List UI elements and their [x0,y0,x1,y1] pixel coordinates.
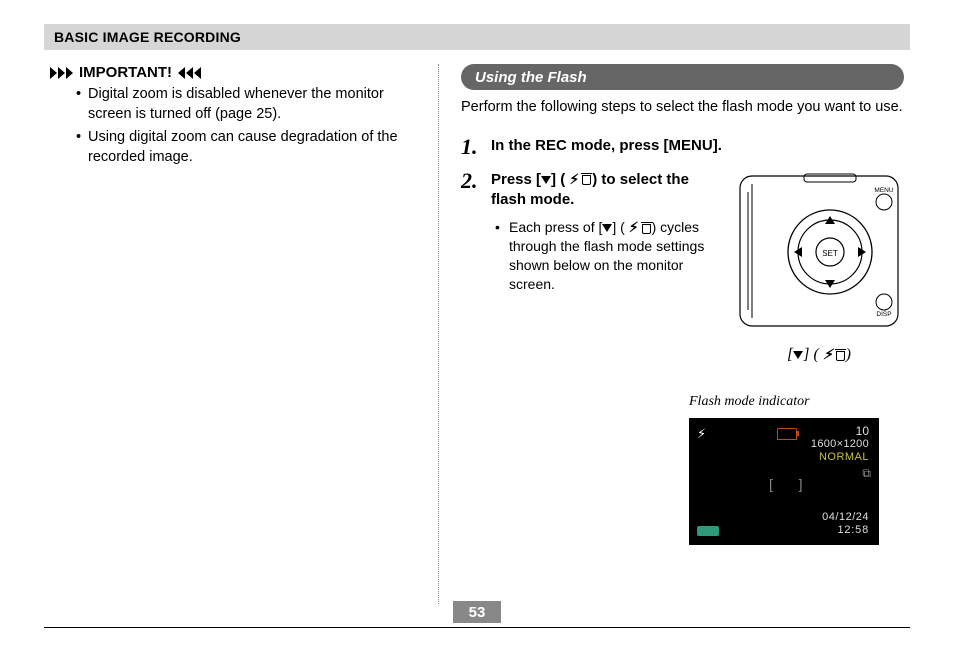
status-bar-icon [697,526,719,536]
battery-icon [777,428,797,440]
step-number: 1. [461,136,483,158]
important-label: IMPORTANT! [79,64,172,81]
focus-brackets-icon: [ ] [769,476,809,492]
shots-remaining: 10 [856,424,869,438]
resolution-value: 1600×1200 [811,438,869,450]
trash-icon [641,222,652,234]
memory-card-icon: ⧉ [862,466,871,481]
important-heading: IMPORTANT! [50,64,416,81]
camera-diagram-block: SET MENU DISP [734,170,904,364]
triangle-left-cluster-icon [178,67,201,79]
step-number: 2. [461,170,483,192]
down-arrow-icon [602,224,612,232]
monitor-screenshot: ⚡︎ 10 1600×1200 NORMAL ⧉ [ ] 04/12/24 12… [689,418,879,545]
step-2-subnote: Each press of [] ( ⚡︎ ) cycles through t… [491,218,720,294]
quality-value: NORMAL [819,451,869,463]
two-column-layout: IMPORTANT! Digital zoom is disabled when… [44,64,910,604]
flash-bolt-icon: ⚡︎ [629,218,639,237]
subsection-title-pill: Using the Flash [461,64,904,90]
camera-diagram-caption: [] ( ⚡︎ ) [734,346,904,364]
intro-text: Perform the following steps to select th… [461,98,904,118]
section-header-bar: BASIC IMAGE RECORDING [44,24,910,50]
left-column: IMPORTANT! Digital zoom is disabled when… [44,64,439,604]
flash-bolt-icon: ⚡︎ [823,347,833,364]
subsection-title: Using the Flash [475,69,587,86]
step-2: 2. Press [] ( ⚡︎ ) to select the flash m… [461,170,720,294]
camera-diagram: SET MENU DISP [734,170,904,340]
important-bullet-list: Digital zoom is disabled whenever the mo… [50,85,416,167]
manual-page: BASIC IMAGE RECORDING IMPORTANT! Digital… [0,0,954,646]
flash-indicator-caption: Flash mode indicator [689,394,904,410]
page-number: 53 [453,601,501,623]
section-header-title: BASIC IMAGE RECORDING [54,29,241,45]
step-1-text: In the REC mode, press [MENU]. [491,136,722,156]
trash-icon [835,349,846,361]
camera-diagram-svg: SET MENU DISP [734,170,904,340]
step-2-text: Press [] ( ⚡︎ ) to select the flash mode… [491,170,720,294]
set-label: SET [822,249,838,258]
down-arrow-icon [793,351,803,359]
down-arrow-icon [541,176,551,184]
menu-label: MENU [874,187,893,194]
date-value: 04/12/24 [822,511,869,523]
page-footer: 53 [44,601,910,628]
right-column: Using the Flash Perform the following st… [439,64,910,604]
step-2-row: 2. Press [] ( ⚡︎ ) to select the flash m… [461,170,904,364]
flash-bolt-icon: ⚡︎ [697,426,706,442]
bullet-item: Using digital zoom can cause degradation… [76,128,416,167]
trash-icon [581,173,592,185]
triangle-right-cluster-icon [50,67,73,79]
flash-bolt-icon: ⚡︎ [569,170,579,189]
time-value: 12:58 [837,524,869,536]
disp-label: DISP [876,311,891,318]
step-1: 1. In the REC mode, press [MENU]. [461,136,904,158]
bullet-item: Digital zoom is disabled whenever the mo… [76,85,416,124]
footer-rule [44,627,910,628]
